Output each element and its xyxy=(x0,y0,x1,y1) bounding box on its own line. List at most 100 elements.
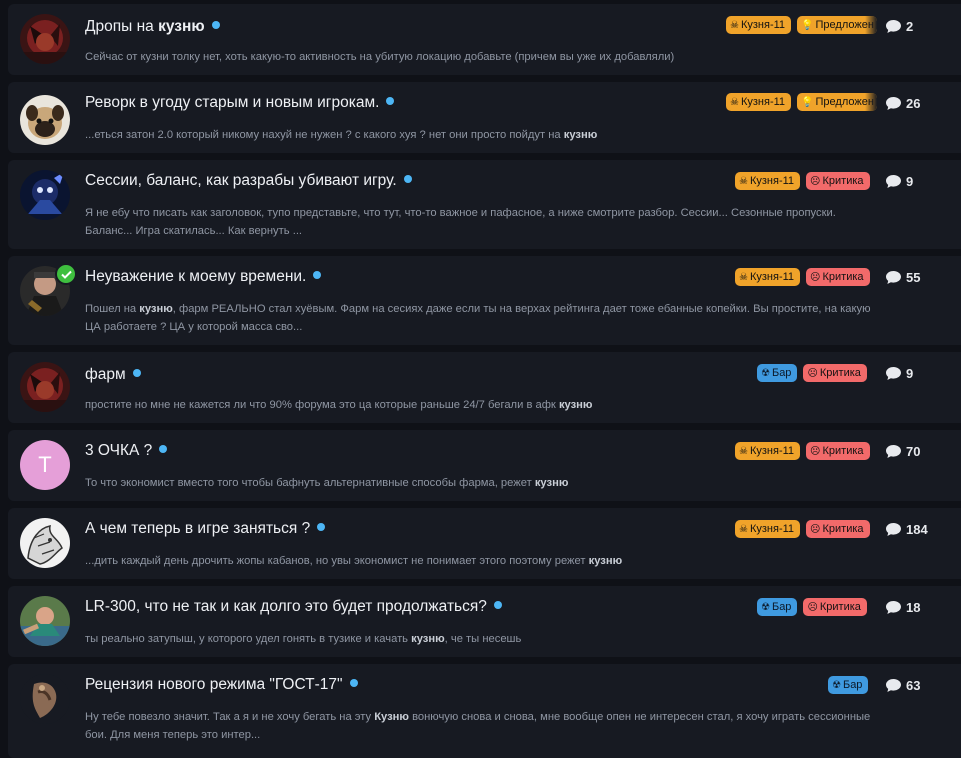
tag-critic[interactable]: ☹ Критика xyxy=(803,598,867,616)
topic-card[interactable]: Неуважение к моему времени. ☠ Кузня-11 ☹ К… xyxy=(8,256,961,345)
comment-icon xyxy=(886,366,901,380)
skull-icon: ☠ xyxy=(739,175,748,187)
topic-excerpt: ты реально затупыш, у которого удел гоня… xyxy=(85,633,522,645)
comment-icon xyxy=(886,600,901,614)
reply-count[interactable]: 18 xyxy=(886,598,920,616)
topic-card[interactable]: фарм ☢ Бар ☹ Критика 9 простите но мне не … xyxy=(8,352,961,423)
topic-title[interactable]: Реворк в угоду старым и новым игрокам. xyxy=(85,94,379,112)
lightbulb-icon: 💡 xyxy=(801,96,814,108)
frown-icon: ☹ xyxy=(810,271,821,283)
reply-count[interactable]: 9 xyxy=(886,172,913,190)
reply-count[interactable]: 26 xyxy=(886,94,920,112)
avatar[interactable] xyxy=(20,362,70,412)
topic-card[interactable]: T 3 ОЧКА ? ☠ Кузня-11 ☹ Критика 70 То что … xyxy=(8,430,961,501)
comment-icon xyxy=(886,19,901,33)
reply-count[interactable]: 55 xyxy=(886,268,920,286)
topic-card[interactable]: Реворк в угоду старым и новым игрокам. ☠… xyxy=(8,82,961,153)
tag-forge[interactable]: ☠ Кузня-11 xyxy=(735,268,801,286)
skull-icon: ☠ xyxy=(730,19,739,31)
avatar[interactable] xyxy=(20,14,70,64)
topic-title[interactable]: Рецензия нового режима "ГОСТ-17" xyxy=(85,676,343,694)
avatar[interactable] xyxy=(20,170,70,220)
avatar[interactable] xyxy=(20,596,70,646)
skull-icon: ☠ xyxy=(739,445,748,457)
tag-list: ☠ Кузня-11 💡 Предложен xyxy=(726,16,878,34)
radiation-icon: ☢ xyxy=(832,679,841,691)
tag-forge[interactable]: ☠ Кузня-11 xyxy=(735,520,801,538)
skull-icon: ☠ xyxy=(739,523,748,535)
topic-excerpt: Я не ебу что писать как заголовок, тупо … xyxy=(85,207,836,237)
tag-critic[interactable]: ☹ Критика xyxy=(803,364,867,382)
frown-icon: ☹ xyxy=(810,175,821,187)
tag-critic[interactable]: ☹ Критика xyxy=(806,172,870,190)
comment-icon xyxy=(886,96,901,110)
tag-list: ☠ Кузня-11 ☹ Критика xyxy=(735,268,870,286)
topic-title[interactable]: Неуважение к моему времени. xyxy=(85,268,306,286)
topic-card[interactable]: А чем теперь в игре заняться ? ☠ Кузня-11… xyxy=(8,508,961,579)
topic-excerpt: Ну тебе повезло значит. Так а я и не хоч… xyxy=(85,711,871,741)
reply-count[interactable]: 63 xyxy=(886,676,920,694)
tag-forge[interactable]: ☠ Кузня-11 xyxy=(735,172,801,190)
unread-dot xyxy=(349,679,358,687)
topic-title[interactable]: фарм xyxy=(85,366,126,384)
topic-card[interactable]: Дропы на кузню ☠ Кузня-11 💡 Предложен 2 Се… xyxy=(8,4,961,75)
unread-dot xyxy=(159,445,168,453)
reply-count[interactable]: 9 xyxy=(886,364,913,382)
comment-icon xyxy=(886,678,901,692)
skull-icon: ☠ xyxy=(730,96,739,108)
tag-forge[interactable]: ☠ Кузня-11 xyxy=(735,442,801,460)
tag-list: ☢ Бар xyxy=(828,676,869,694)
tag-bar[interactable]: ☢ Бар xyxy=(757,598,798,616)
topic-excerpt: То что экономист вместо того чтобы бафну… xyxy=(85,477,569,489)
topic-title[interactable]: А чем теперь в игре заняться ? xyxy=(85,520,310,538)
avatar[interactable] xyxy=(20,674,70,724)
tag-suggest[interactable]: 💡 Предложен xyxy=(797,93,878,111)
lightbulb-icon: 💡 xyxy=(801,19,814,31)
unread-dot xyxy=(386,97,395,105)
tag-suggest[interactable]: 💡 Предложен xyxy=(797,16,878,34)
check-icon xyxy=(60,270,72,279)
topic-title[interactable]: Сессии, баланс, как разрабы убивают игру… xyxy=(85,172,397,190)
tag-bar[interactable]: ☢ Бар xyxy=(757,364,798,382)
topic-title[interactable]: Дропы на кузню xyxy=(85,18,205,36)
avatar-letter: T xyxy=(38,452,52,477)
topic-excerpt: ...еться затон 2.0 который никому нахуй … xyxy=(85,129,598,141)
skull-icon: ☠ xyxy=(739,271,748,283)
tag-critic[interactable]: ☹ Критика xyxy=(806,520,870,538)
tag-list: ☢ Бар ☹ Критика xyxy=(757,598,867,616)
radiation-icon: ☢ xyxy=(761,601,770,613)
comment-icon xyxy=(886,522,901,536)
avatar[interactable] xyxy=(20,95,70,145)
topic-card[interactable]: Сессии, баланс, как разрабы убивают игру… xyxy=(8,160,961,249)
frown-icon: ☹ xyxy=(807,367,818,379)
tag-list: ☢ Бар ☹ Критика xyxy=(757,364,867,382)
topic-card[interactable]: LR-300, что не так и как долго это будет… xyxy=(8,586,961,657)
tag-critic[interactable]: ☹ Критика xyxy=(806,442,870,460)
tag-bar[interactable]: ☢ Бар xyxy=(828,676,869,694)
tag-forge[interactable]: ☠ Кузня-11 xyxy=(726,16,792,34)
reply-count[interactable]: 70 xyxy=(886,442,920,460)
topic-excerpt: простите но мне не кажется ли что 90% фо… xyxy=(85,399,593,411)
topic-title[interactable]: LR-300, что не так и как долго это будет… xyxy=(85,598,487,616)
avatar[interactable]: T xyxy=(20,440,70,490)
tag-list: ☠ Кузня-11 ☹ Критика xyxy=(735,442,870,460)
tag-list: ☠ Кузня-11 💡 Предложен xyxy=(726,93,878,111)
avatar[interactable] xyxy=(20,518,70,568)
unread-dot xyxy=(211,21,220,29)
unread-dot xyxy=(493,601,502,609)
reply-count[interactable]: 184 xyxy=(886,520,928,538)
topic-title[interactable]: 3 ОЧКА ? xyxy=(85,442,152,460)
comment-icon xyxy=(886,444,901,458)
topic-excerpt: Пошел на кузню, фарм РЕАЛЬНО стал хуёвым… xyxy=(85,303,871,333)
frown-icon: ☹ xyxy=(810,523,821,535)
tag-critic[interactable]: ☹ Критика xyxy=(806,268,870,286)
reply-count[interactable]: 2 xyxy=(886,17,913,35)
topic-card[interactable]: Рецензия нового режима "ГОСТ-17" ☢ Бар 63… xyxy=(8,664,961,758)
tag-forge[interactable]: ☠ Кузня-11 xyxy=(726,93,792,111)
topic-excerpt: Сейчас от кузни толку нет, хоть какую-то… xyxy=(85,51,675,63)
frown-icon: ☹ xyxy=(807,601,818,613)
frown-icon: ☹ xyxy=(810,445,821,457)
radiation-icon: ☢ xyxy=(761,367,770,379)
unread-dot xyxy=(132,369,141,377)
comment-icon xyxy=(886,270,901,284)
